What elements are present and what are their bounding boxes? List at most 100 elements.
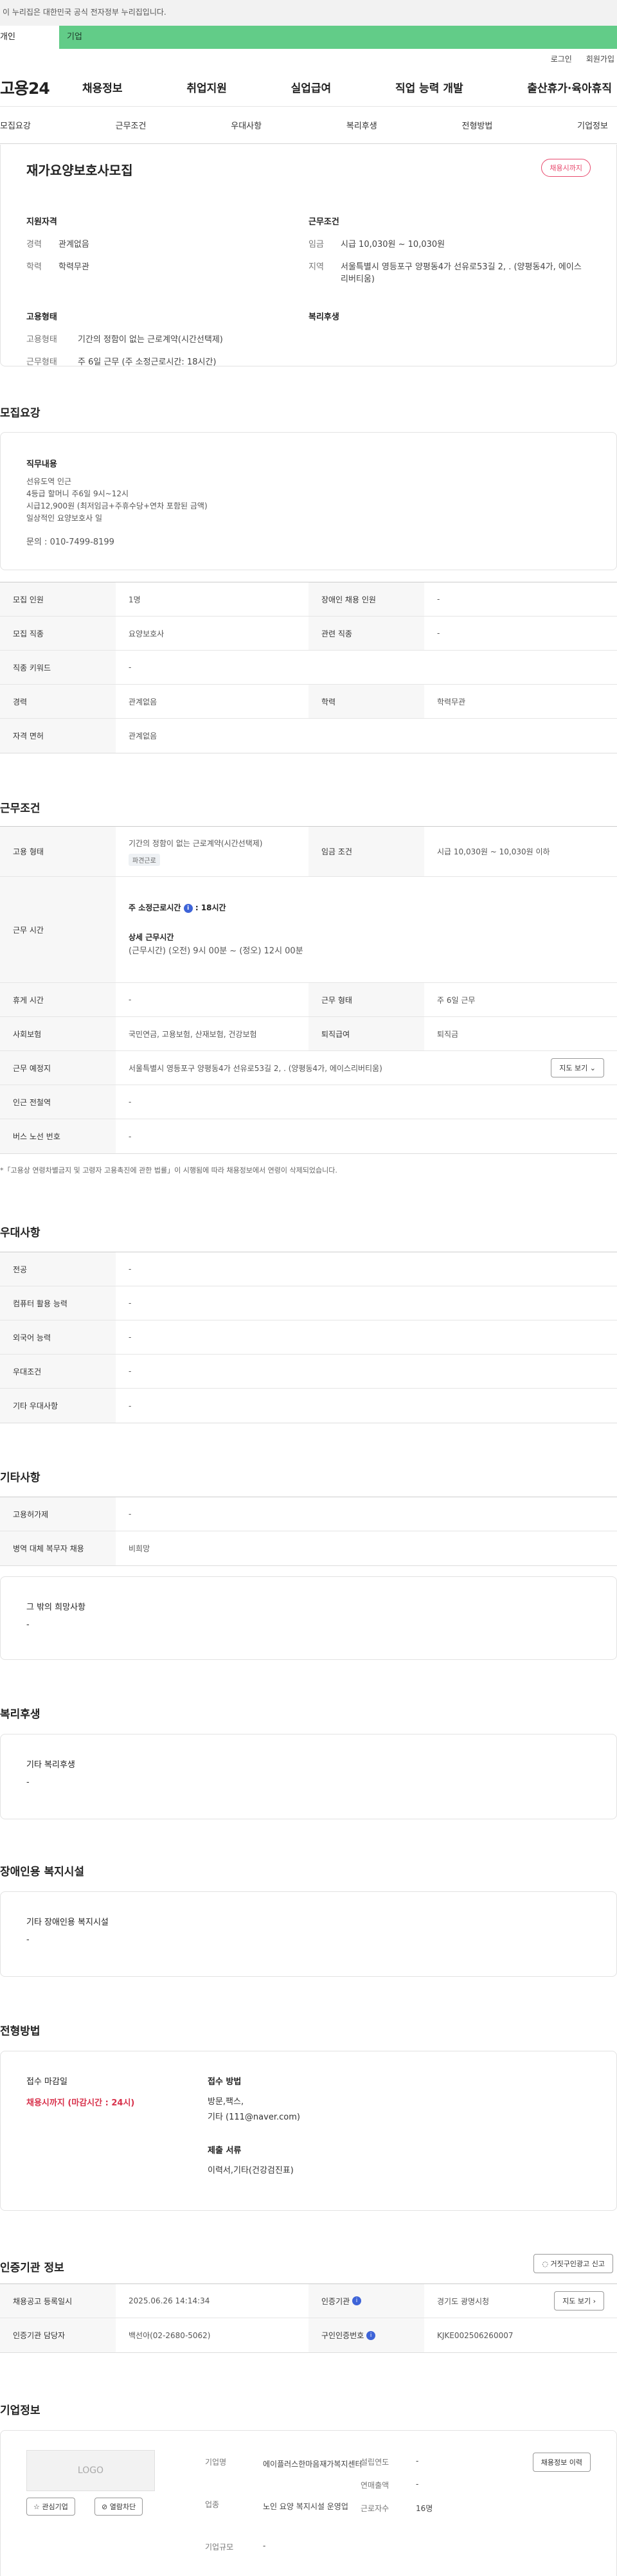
block-view-button[interactable]: ⊘ 열람차단: [94, 2498, 143, 2516]
cell-label: 인증기관 담당자: [0, 2318, 116, 2352]
star-icon: ☆: [33, 2503, 40, 2511]
industry-label: 업종: [205, 2500, 220, 2509]
cell-value: -: [437, 629, 440, 638]
cell-value: 학력무관: [437, 697, 466, 707]
contact-text: 문의 : 010-7499-8199: [26, 537, 114, 547]
cell-value: -: [437, 595, 440, 604]
info-icon[interactable]: i: [366, 2330, 376, 2340]
weekly-hours-label: 주 소정근로시간: [129, 903, 181, 912]
cell-label: 휴게 시간: [0, 983, 116, 1016]
job-history-button[interactable]: 채용정보 이력: [532, 2453, 591, 2472]
found-label: 설립연도: [361, 2458, 389, 2467]
cell-value: 관계없음: [129, 697, 157, 707]
welfare-etc-value: -: [26, 1778, 30, 1787]
method-line: 방문,팩스,: [208, 2097, 244, 2107]
cell-value: 요양보호사: [129, 629, 165, 638]
duty-line: 시급12,900원 (최저임금+주휴수당+연차 포함된 금액): [26, 501, 208, 510]
utility-bar: 로그인 회원가입: [0, 49, 617, 68]
favorite-company-button[interactable]: ☆ 관심기업: [26, 2498, 75, 2516]
welfare-card: 기타 복리후생 -: [0, 1734, 617, 1819]
subnav-recruit[interactable]: 모집요강: [0, 119, 31, 131]
cell-value: KJKE002506260007: [437, 2330, 514, 2340]
duty-card: 직무내용 선유도역 인근 4등급 할머니 주6일 9시~12시 시급12,900…: [0, 432, 617, 570]
qual-title: 지원자격: [26, 217, 57, 227]
info-icon[interactable]: i: [352, 2296, 361, 2305]
user-type-tabs: 개인 기업: [0, 26, 617, 49]
gnb-item-jobs[interactable]: 채용정보: [82, 79, 123, 95]
cell-label: 장애인 채용 인원: [308, 582, 424, 616]
emp-type-value: 기간의 정함이 없는 근로계약(시간선택제): [129, 838, 263, 848]
false-ad-report-button[interactable]: ◌ 거짓구인광고 신고: [533, 2254, 613, 2273]
cert-map-button[interactable]: 지도 보기 ›: [554, 2291, 604, 2310]
gnb-item-unemployment-benefit[interactable]: 실업급여: [291, 79, 332, 95]
disab-etc-value: -: [26, 1935, 30, 1945]
subnav-work[interactable]: 근무조건: [116, 119, 147, 131]
welfare-etc-title: 기타 복리후생: [26, 1760, 75, 1770]
company-logo-placeholder: LOGO: [26, 2450, 155, 2491]
industry-value: 노인 요양 복지시설 운영업: [263, 2502, 348, 2511]
pref-table: 전공 - 컴퓨터 활용 능력 - 외국어 능력 - 우대조건 - 기타 우대사항 -: [0, 1252, 617, 1423]
cell-label: 모집 직종: [0, 617, 116, 650]
cell-value: 국민연금, 고용보험, 산재보험, 건강보험: [129, 1029, 257, 1039]
cell-label: 자격 면허: [0, 719, 116, 753]
login-link[interactable]: 로그인: [551, 53, 572, 64]
map-view-button[interactable]: 지도 보기 ⌄: [551, 1058, 604, 1077]
section-title-cert: 인증기관 정보: [0, 2262, 64, 2274]
cond-label: 지역: [308, 262, 324, 272]
section-title-pref: 우대사항: [0, 1227, 40, 1239]
global-nav: 고용24 채용정보 취업지원 실업급여 직업 능력 개발 출산휴가·육아휴직: [0, 68, 617, 107]
tab-business[interactable]: 기업: [59, 26, 617, 49]
duty-line: 4등급 할머니 주6일 9시~12시: [26, 489, 129, 498]
tab-individual[interactable]: 개인: [0, 26, 59, 49]
job-title: 재가요양보호사모집: [26, 163, 133, 178]
cell-value: 시급 10,030원 ~ 10,030원 이하: [437, 847, 550, 856]
site-logo[interactable]: 고용24: [0, 76, 82, 99]
qual-value: 학력무관: [58, 262, 89, 272]
cell-label: 퇴직급여: [308, 1017, 424, 1050]
recruit-table: 모집 인원 1명 장애인 채용 인원 - 모집 직종 요양보호사 관련 직종 - 직종 키워…: [0, 582, 617, 753]
cond-value: 서울특별시 영등포구 양평동4가 선유로53길 2, . (양평동4가, 에이스…: [341, 262, 582, 284]
gnb-item-employment-support[interactable]: 취업지원: [186, 79, 227, 95]
cell-label: 근무 예정지: [0, 1051, 116, 1085]
duty-line: 일상적인 요양보호사 일: [26, 514, 103, 523]
welfare-title: 복리후생: [308, 312, 339, 322]
join-link[interactable]: 회원가입: [586, 53, 614, 64]
cell-label: 고용허가제: [0, 1497, 116, 1531]
dispatch-tag: 파견근로: [129, 853, 160, 866]
gnb-item-parental-leave[interactable]: 출산휴가·육아휴직: [527, 79, 612, 95]
qual-label: 학력: [26, 262, 42, 272]
gnb-item-skills[interactable]: 직업 능력 개발: [395, 79, 463, 95]
docs-title: 제출 서류: [208, 2146, 242, 2156]
subnav-screen[interactable]: 전형방법: [462, 119, 493, 131]
cell-label: 경력: [0, 685, 116, 718]
size-label: 기업규모: [205, 2543, 234, 2552]
cell-label: 전공: [0, 1252, 116, 1286]
cell-label: 사회보험: [0, 1017, 116, 1050]
hope-title: 그 밖의 희망사항: [26, 1603, 85, 1612]
employees-label: 근로자수: [361, 2504, 389, 2513]
report-icon: ◌: [542, 2260, 549, 2268]
section-title-etc: 기타사항: [0, 1472, 40, 1484]
cell-value: 백선아(02-2680-5062): [129, 2331, 211, 2340]
cell-label: 관련 직종: [308, 617, 424, 650]
docs-value: 이력서,기타(건강검진표): [208, 2166, 294, 2175]
cell-value: -: [129, 1509, 132, 1518]
info-icon[interactable]: i: [183, 903, 193, 913]
subnav-pref[interactable]: 우대사항: [231, 119, 262, 131]
section-title-company: 기업정보: [0, 2404, 40, 2417]
emp-label: 근무형태: [26, 357, 57, 367]
cond-value: 시급 10,030원 ~ 10,030원: [341, 240, 445, 249]
detail-hours-title: 상세 근무시간: [129, 933, 174, 942]
disab-card: 기타 장애인용 복지시설 -: [0, 1891, 617, 1977]
subnav-company[interactable]: 기업정보: [577, 119, 608, 131]
cell-label: 기타 우대사항: [0, 1389, 116, 1423]
weekly-hours-value: : 18시간: [195, 903, 226, 912]
section-title-recruit: 모집요강: [0, 407, 40, 420]
cell-value: 서울특별시 영등포구 양평동4가 선유로53길 2, . (양평동4가, 에이스…: [129, 1063, 382, 1073]
subnav-welfare[interactable]: 복리후생: [346, 119, 377, 131]
company-name-value: 에이플러스한마음재가복지센터: [263, 2460, 362, 2469]
cell-value: 1명: [129, 595, 141, 604]
hope-value: -: [26, 1620, 30, 1630]
duty-line: 선유도역 인근: [26, 477, 72, 486]
cell-label: 외국어 능력: [0, 1320, 116, 1354]
